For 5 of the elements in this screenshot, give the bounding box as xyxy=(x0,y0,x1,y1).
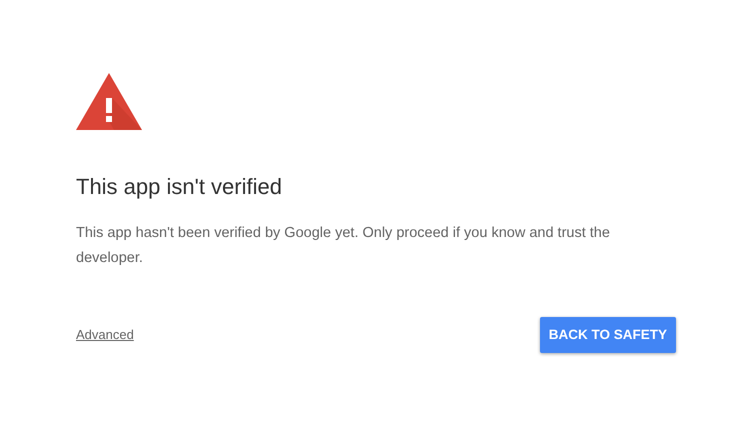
back-to-safety-button[interactable]: BACK TO SAFETY xyxy=(540,317,676,353)
page-heading: This app isn't verified xyxy=(76,173,283,201)
warning-message: This app hasn't been verified by Google yet. Only proceed if you know and trust the developer. xyxy=(76,224,611,268)
advanced-link[interactable]: Advanced xyxy=(76,325,134,345)
warning-icon xyxy=(76,73,142,130)
